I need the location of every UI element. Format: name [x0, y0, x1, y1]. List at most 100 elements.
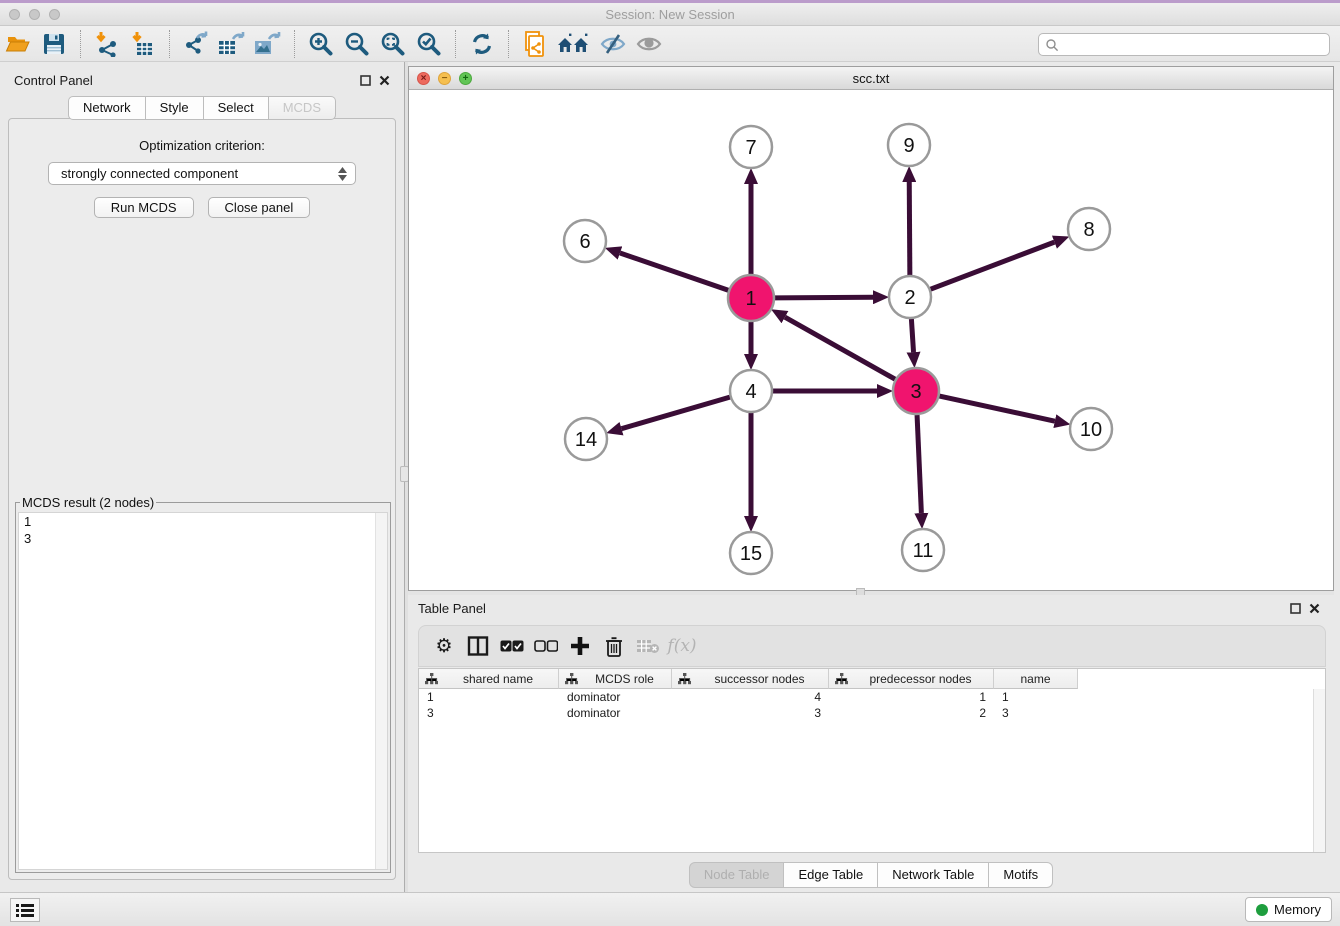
task-history-button[interactable]	[10, 898, 40, 922]
graph-node[interactable]: 10	[1070, 408, 1112, 450]
graph-node[interactable]: 1	[728, 275, 774, 321]
zoom-selected-button[interactable]	[411, 28, 447, 60]
run-mcds-button[interactable]: Run MCDS	[94, 197, 194, 218]
graph-edge[interactable]	[939, 396, 1054, 421]
table-panel-header: Table Panel	[408, 595, 1334, 621]
refresh-button[interactable]	[464, 28, 500, 60]
close-panel-icon[interactable]	[379, 75, 390, 86]
graph-node-label: 10	[1080, 419, 1102, 441]
network-graph[interactable]: 1 2 3 4 6 7 8 9 10 11 14 15	[409, 90, 1333, 590]
import-network-icon	[94, 31, 120, 57]
column-header-predecessor-nodes[interactable]: predecessor nodes	[829, 669, 994, 689]
mcds-result-area[interactable]: 1 3	[18, 512, 388, 870]
tab-node-table[interactable]: Node Table	[689, 862, 785, 888]
float-panel-icon[interactable]	[360, 75, 371, 86]
table-panel-title: Table Panel	[418, 601, 486, 616]
tab-style[interactable]: Style	[146, 96, 204, 120]
export-image-button[interactable]	[250, 28, 286, 60]
graph-node[interactable]: 7	[730, 126, 772, 168]
graph-node[interactable]: 6	[564, 220, 606, 262]
duplicate-network-button[interactable]	[517, 28, 553, 60]
criterion-dropdown[interactable]: strongly connected component	[48, 162, 356, 185]
select-all-button[interactable]	[495, 630, 529, 662]
export-table-button[interactable]	[214, 28, 250, 60]
tab-select[interactable]: Select	[204, 96, 269, 120]
duplicate-network-icon	[522, 30, 548, 58]
memory-button[interactable]: Memory	[1245, 897, 1332, 922]
graph-node-label: 14	[575, 429, 597, 451]
tab-motifs[interactable]: Motifs	[989, 862, 1053, 888]
import-table-button[interactable]	[125, 28, 161, 60]
tab-edge-table[interactable]: Edge Table	[784, 862, 878, 888]
export-network-button[interactable]	[178, 28, 214, 60]
table-toolbar: ⚙	[418, 625, 1326, 667]
graph-node-label: 3	[910, 381, 921, 403]
toolbar-separator	[455, 30, 456, 58]
cell-name: 1	[994, 690, 1078, 704]
search-input[interactable]	[1059, 35, 1329, 54]
titlebar: Session: New Session	[0, 3, 1340, 26]
close-panel-icon[interactable]	[1309, 603, 1320, 614]
delete-table-button	[631, 630, 665, 662]
show-columns-button[interactable]	[461, 630, 495, 662]
graph-edge[interactable]	[911, 319, 913, 352]
graph-edge[interactable]	[917, 415, 921, 513]
table-mode-button[interactable]: ⚙	[427, 630, 461, 662]
open-file-button[interactable]	[0, 28, 36, 60]
graph-node[interactable]: 3	[893, 368, 939, 414]
create-column-button[interactable]	[563, 630, 597, 662]
open-folder-icon	[5, 31, 31, 57]
graph-edge[interactable]	[620, 253, 728, 290]
close-panel-button[interactable]: Close panel	[208, 197, 311, 218]
toolbar-separator	[508, 30, 509, 58]
graph-node[interactable]: 4	[730, 370, 772, 412]
graph-edge[interactable]	[909, 182, 910, 275]
zoom-fit-button[interactable]	[375, 28, 411, 60]
graph-node[interactable]: 14	[565, 418, 607, 460]
save-session-button[interactable]	[36, 28, 72, 60]
hide-selected-button[interactable]	[595, 28, 631, 60]
column-header-shared-name[interactable]: shared name	[419, 669, 559, 689]
unchecked-boxes-icon	[534, 640, 558, 652]
show-selected-button[interactable]	[631, 28, 667, 60]
delete-columns-button[interactable]	[597, 630, 631, 662]
column-header-name[interactable]: name	[994, 669, 1078, 689]
tab-network-table[interactable]: Network Table	[878, 862, 989, 888]
graph-node-label: 7	[745, 137, 756, 159]
tab-network[interactable]: Network	[68, 96, 146, 120]
graph-node-label: 15	[740, 543, 762, 565]
network-canvas[interactable]: 1 2 3 4 6 7 8 9 10 11 14 15	[409, 90, 1333, 590]
fx-icon: f(x)	[667, 636, 696, 656]
save-icon	[41, 31, 67, 57]
zoom-in-button[interactable]	[303, 28, 339, 60]
refresh-icon	[469, 31, 495, 57]
graph-edge[interactable]	[775, 297, 873, 298]
zoom-out-button[interactable]	[339, 28, 375, 60]
graph-node[interactable]: 11	[902, 529, 944, 571]
graph-node[interactable]: 9	[888, 124, 930, 166]
attribute-icon	[835, 673, 848, 685]
table-row[interactable]: 3 dominator 3 2 3	[419, 705, 1325, 721]
cell-successor-nodes: 4	[672, 690, 829, 704]
float-panel-icon[interactable]	[1290, 603, 1301, 614]
graph-node[interactable]: 2	[889, 276, 931, 318]
table-row[interactable]: 1 dominator 4 1 1	[419, 689, 1325, 705]
mcds-result-box: MCDS result (2 nodes) 1 3	[15, 495, 391, 873]
column-header-mcds-role[interactable]: MCDS role	[559, 669, 672, 689]
network-window-titlebar: × − + scc.txt	[409, 67, 1333, 90]
tab-mcds[interactable]: MCDS	[269, 96, 336, 120]
result-scrollbar[interactable]	[375, 513, 387, 869]
control-panel-tabs: Network Style Select MCDS	[0, 96, 404, 120]
import-network-button[interactable]	[89, 28, 125, 60]
graph-edge[interactable]	[622, 397, 730, 429]
graph-edge[interactable]	[931, 242, 1055, 289]
graph-node[interactable]: 8	[1068, 208, 1110, 250]
graph-node-label: 1	[745, 288, 756, 310]
cell-mcds-role: dominator	[559, 706, 672, 720]
column-header-successor-nodes[interactable]: successor nodes	[672, 669, 829, 689]
graph-edge[interactable]	[785, 317, 895, 379]
graph-node[interactable]: 15	[730, 532, 772, 574]
unselect-all-button[interactable]	[529, 630, 563, 662]
table-scrollbar[interactable]	[1313, 689, 1325, 852]
home-button[interactable]	[553, 28, 595, 60]
